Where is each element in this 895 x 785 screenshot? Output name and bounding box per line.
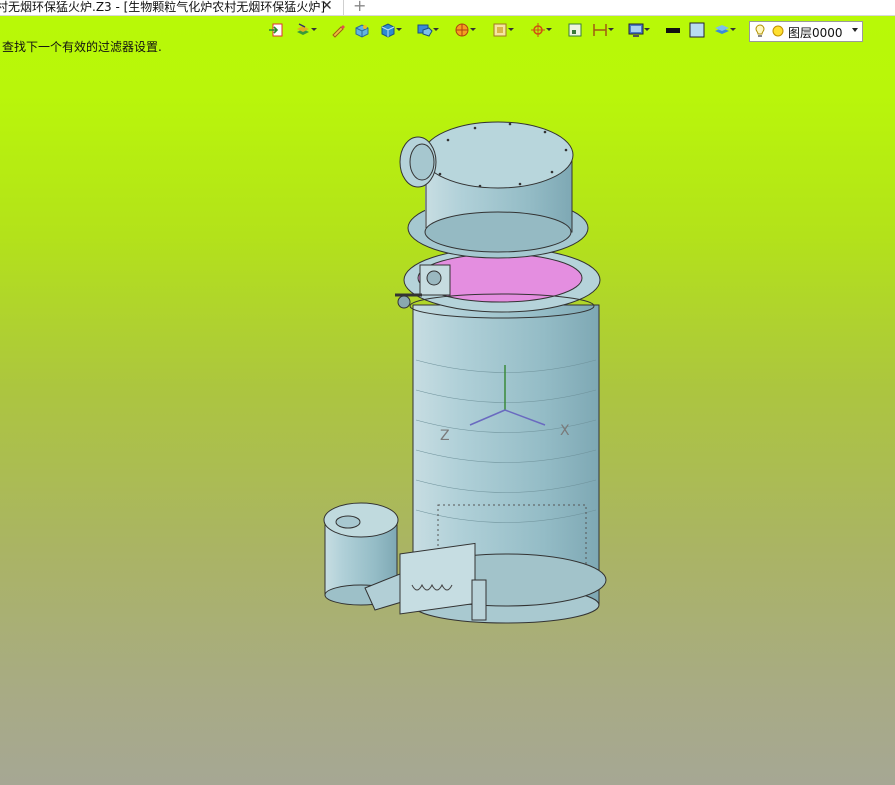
line-color-icon (666, 28, 680, 33)
furnace-3d-model[interactable]: X Z (300, 110, 620, 650)
chevron-down-icon[interactable] (608, 28, 614, 31)
chevron-down-icon[interactable] (546, 28, 552, 31)
top-cylinder (422, 121, 574, 253)
cube-button[interactable] (378, 19, 404, 41)
line-color-button[interactable] (663, 19, 689, 41)
face-color-button[interactable] (687, 19, 713, 41)
chevron-down-icon[interactable] (644, 28, 650, 31)
exit-sketch-icon (269, 23, 283, 37)
monitor-icon (628, 23, 644, 37)
axis-z-label: Z (440, 428, 450, 444)
frame-button[interactable] (490, 19, 516, 41)
layer-select-value: 图层0000 (788, 26, 843, 40)
dimension-button[interactable] (590, 19, 616, 41)
display-mode-icon (417, 24, 433, 37)
face-color-icon (689, 22, 705, 38)
layer-stack-button[interactable] (293, 19, 319, 41)
layer-select[interactable]: 图层0000 (749, 21, 863, 42)
layer-manager-icon (715, 25, 729, 34)
chevron-down-icon[interactable] (508, 28, 514, 31)
cube-icon (381, 23, 395, 38)
lightbulb-icon (755, 24, 765, 35)
document-tab[interactable]: 村无烟环保猛火炉.Z3 - [生物颗粒气化炉农村无烟环保猛火炉] ✕ (0, 0, 344, 15)
document-tab-bar: 村无烟环保猛火炉.Z3 - [生物颗粒气化炉农村无烟环保猛火炉] ✕ + (0, 0, 895, 16)
frame-icon (493, 23, 507, 37)
origin-point-icon (531, 23, 545, 37)
axis-x-label: X (560, 423, 570, 439)
chevron-down-icon[interactable] (730, 28, 736, 31)
add-tab-icon[interactable]: + (353, 0, 366, 14)
status-hint: 查找下一个有效的过滤器设置. (2, 40, 162, 54)
display-mode-button[interactable] (415, 19, 441, 41)
solid-box-icon (355, 24, 369, 38)
document-tab-title: 村无烟环保猛火炉.Z3 - [生物颗粒气化炉农村无烟环保猛火炉] (0, 0, 325, 14)
layer-status-icons (755, 24, 784, 37)
rectangle-select-icon (568, 23, 582, 37)
rectangle-select-button[interactable] (565, 19, 591, 41)
section-view-button[interactable] (452, 19, 478, 41)
chevron-down-icon[interactable] (470, 28, 476, 31)
exit-sketch-button[interactable] (266, 19, 292, 41)
close-icon[interactable]: ✕ (321, 0, 333, 14)
pencil-icon (332, 25, 345, 38)
layer-stack-icon (297, 23, 309, 35)
section-view-icon (455, 23, 469, 37)
layer-color-icon (772, 25, 784, 37)
chevron-down-icon[interactable] (396, 28, 402, 31)
solid-box-button[interactable] (352, 19, 378, 41)
layer-manager-button[interactable] (712, 19, 738, 41)
chevron-down-icon[interactable] (852, 28, 858, 32)
monitor-button[interactable] (626, 19, 652, 41)
chevron-down-icon[interactable] (433, 28, 439, 31)
lightbulb-base (758, 35, 762, 37)
pencil-button[interactable] (328, 19, 354, 41)
side-port (399, 136, 437, 188)
chevron-down-icon[interactable] (311, 28, 317, 31)
dimension-icon (593, 24, 607, 36)
origin-point-button[interactable] (528, 19, 554, 41)
